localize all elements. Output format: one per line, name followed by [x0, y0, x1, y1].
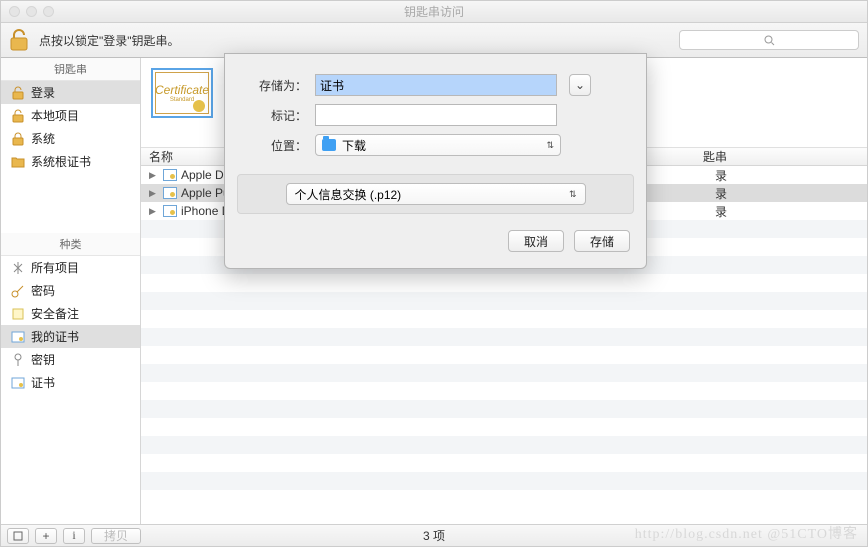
tags-input[interactable]: [315, 104, 557, 126]
cancel-label: 取消: [524, 233, 548, 250]
sidebar-item-label: 密码: [31, 282, 55, 299]
note-icon: [11, 307, 25, 321]
row-name: iPhone D: [181, 204, 230, 218]
sidebar-item-label: 所有项目: [31, 259, 79, 276]
sidebar-keychain-system[interactable]: 系统: [1, 127, 140, 150]
cert-seal-icon: [193, 100, 205, 112]
disclosure-triangle-icon[interactable]: ▶: [149, 188, 159, 199]
sidebar-item-label: 本地项目: [31, 107, 79, 124]
titlebar: 钥匙串访问: [1, 1, 867, 23]
format-value: 个人信息交换 (.p12): [295, 186, 402, 203]
folder-icon: [11, 155, 25, 169]
window-title: 钥匙串访问: [1, 3, 867, 20]
format-popup[interactable]: 个人信息交换 (.p12) ⇅: [286, 183, 586, 205]
chevron-down-icon: ⌄: [575, 78, 585, 92]
sidebar-cat-all[interactable]: 所有项目: [1, 256, 140, 279]
cert-icon: [163, 205, 177, 217]
sidebar-item-label: 登录: [31, 84, 55, 101]
where-value: 下载: [342, 137, 366, 154]
disclosure-triangle-icon[interactable]: ▶: [149, 170, 159, 181]
sidebar-keychain-systemroots[interactable]: 系统根证书: [1, 150, 140, 173]
sidebar-cat-keys[interactable]: 密钥: [1, 348, 140, 371]
cert-thumb-line2: Standard: [170, 97, 194, 103]
search-input[interactable]: [679, 30, 859, 50]
keychain-window: 钥匙串访问 点按以锁定"登录"钥匙串。 钥匙串 登录 本地项目 系统: [0, 0, 868, 547]
cert-thumb-line1: Certificate: [155, 83, 209, 97]
lock-hint-text: 点按以锁定"登录"钥匙串。: [39, 32, 180, 49]
sidebar-item-label: 安全备注: [31, 305, 79, 322]
where-label: 位置：: [235, 137, 315, 154]
sidebar-item-label: 我的证书: [31, 328, 79, 345]
sidebar-cat-passwords[interactable]: 密码: [1, 279, 140, 302]
expand-button[interactable]: ⌄: [569, 74, 591, 96]
watermark-text: http://blog.csdn.net @51CTO博客: [635, 523, 858, 543]
folder-icon: [322, 139, 336, 151]
save-as-input[interactable]: [315, 74, 557, 96]
row-keychain: 录: [715, 167, 727, 184]
format-section: 个人信息交换 (.p12) ⇅: [237, 174, 634, 214]
disclosure-triangle-icon[interactable]: ▶: [149, 206, 159, 217]
search-icon: [764, 35, 775, 46]
row-keychain: 录: [715, 203, 727, 220]
sidebar-cat-mycerts[interactable]: 我的证书: [1, 325, 140, 348]
sidebar-item-label: 系统根证书: [31, 153, 91, 170]
key-icon: [11, 284, 25, 298]
tags-label: 标记：: [235, 107, 315, 124]
cancel-button[interactable]: 取消: [508, 230, 564, 252]
cert-icon: [163, 187, 177, 199]
sidebar-keychain-local[interactable]: 本地项目: [1, 104, 140, 127]
sidebar-section-keychains: 钥匙串: [1, 58, 140, 81]
save-button[interactable]: 存储: [574, 230, 630, 252]
cert-thumbnail: Certificate Standard: [151, 68, 213, 118]
row-name: Apple Pu: [181, 186, 230, 200]
updown-icon: ⇅: [546, 140, 554, 151]
cert-icon: [11, 330, 25, 344]
sidebar-item-label: 密钥: [31, 351, 55, 368]
unlock-icon: [11, 86, 25, 100]
unlock-icon: [11, 109, 25, 123]
lock-toggle-button[interactable]: [9, 28, 29, 52]
sidebar: 钥匙串 登录 本地项目 系统 系统根证书 种类 所有项目: [1, 58, 141, 524]
where-popup[interactable]: 下载 ⇅: [315, 134, 561, 156]
unlock-icon: [10, 29, 28, 51]
sidebar-item-label: 证书: [31, 374, 55, 391]
keypair-icon: [11, 353, 25, 367]
sidebar-cat-notes[interactable]: 安全备注: [1, 302, 140, 325]
all-items-icon: [11, 261, 25, 275]
row-keychain: 录: [715, 185, 727, 202]
row-name: Apple De: [181, 168, 230, 182]
save-label: 存储: [590, 233, 614, 250]
sidebar-keychain-login[interactable]: 登录: [1, 81, 140, 104]
col-keychain[interactable]: 匙串: [703, 148, 727, 165]
save-as-label: 存储为：: [235, 77, 315, 94]
lock-icon: [11, 132, 25, 146]
save-sheet: 存储为： ⌄ 标记： 位置： 下载 ⇅ 个人信息交换 (.p12) ⇅ 取消 存…: [224, 53, 647, 269]
col-name[interactable]: 名称: [149, 148, 173, 165]
cert-icon: [11, 376, 25, 390]
updown-icon: ⇅: [569, 189, 577, 200]
sidebar-section-category: 种类: [1, 233, 140, 256]
sidebar-cat-certs[interactable]: 证书: [1, 371, 140, 394]
sidebar-item-label: 系统: [31, 130, 55, 147]
cert-icon: [163, 169, 177, 181]
